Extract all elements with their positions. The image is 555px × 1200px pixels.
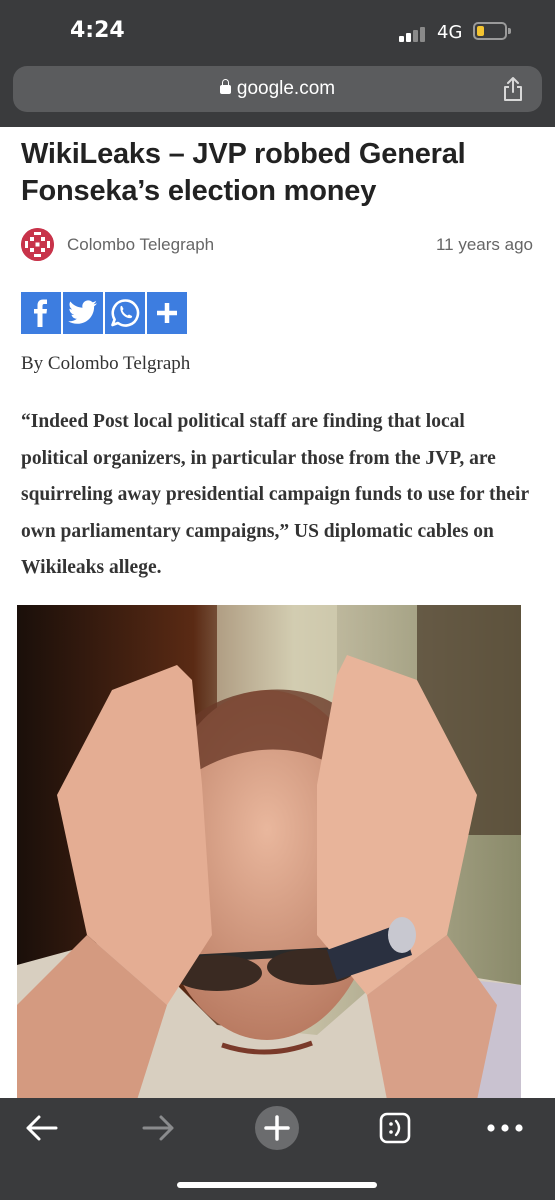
new-tab-button[interactable]: [252, 1106, 302, 1150]
address-bar[interactable]: google.com: [13, 66, 542, 112]
more-share-button[interactable]: [147, 292, 187, 334]
forward-button[interactable]: [134, 1110, 184, 1146]
network-label: 4G: [437, 22, 463, 43]
menu-button[interactable]: [480, 1110, 530, 1146]
whatsapp-share-button[interactable]: [105, 292, 145, 334]
plus-icon: [157, 303, 177, 323]
tabs-icon: [379, 1112, 411, 1144]
lock-icon: [219, 79, 231, 94]
more-icon: [487, 1124, 523, 1132]
byline: By Colombo Telgraph: [21, 353, 191, 374]
share-buttons: [21, 292, 189, 334]
twitter-share-button[interactable]: [63, 292, 103, 334]
share-icon[interactable]: [502, 76, 524, 102]
battery-icon: [473, 22, 511, 40]
tab-switcher-button[interactable]: [370, 1110, 420, 1146]
article-title: WikiLeaks – JVP robbed General Fonseka’s…: [21, 138, 466, 207]
whatsapp-icon: [111, 299, 140, 327]
signal-icon: [399, 26, 429, 42]
twitter-icon: [68, 300, 97, 324]
source-name[interactable]: Colombo Telegraph: [67, 235, 214, 255]
new-tab-icon: [255, 1106, 299, 1150]
article-lead-quote: “Indeed Post local political staff are f…: [21, 411, 529, 578]
article-photo[interactable]: [17, 605, 521, 1100]
status-time: 4:24: [70, 18, 125, 43]
forward-icon: [142, 1115, 174, 1141]
article-age: 11 years ago: [435, 235, 533, 254]
facebook-share-button[interactable]: [21, 292, 61, 334]
facebook-icon: [34, 299, 47, 327]
back-icon: [26, 1115, 58, 1141]
source-logo: [21, 228, 54, 261]
browser-top-bar: 4:24 4G google.com: [0, 0, 555, 127]
url-text: google.com: [236, 78, 336, 99]
home-indicator[interactable]: [177, 1182, 377, 1188]
back-button[interactable]: [16, 1110, 66, 1146]
